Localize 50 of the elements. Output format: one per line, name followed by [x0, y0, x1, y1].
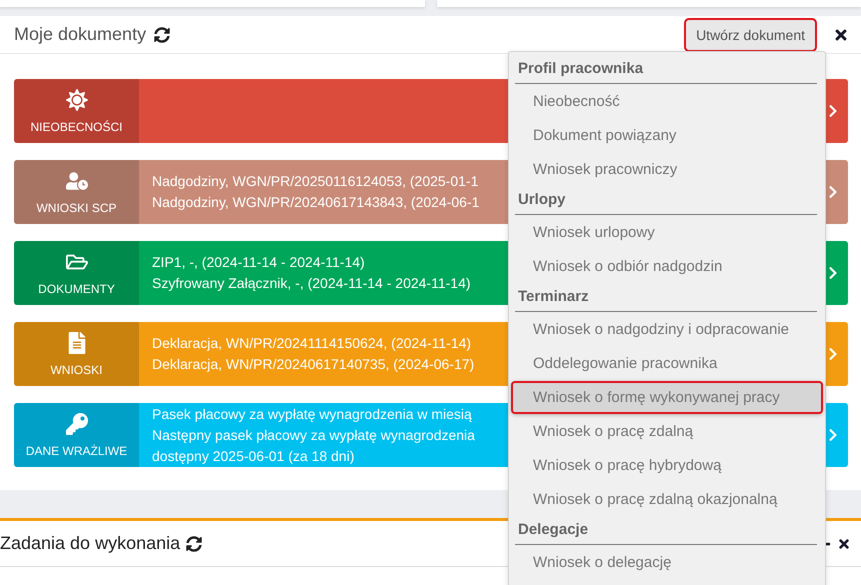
menu-item[interactable]: Oddelegowanie pracownika [511, 347, 823, 380]
tile-body[interactable]: Nadgodziny, WGN/PR/20250116124053, (2025-01-1 Nadgodziny, WGN/PR/20240617143843, (2024-06-1 [139, 160, 508, 224]
tile-entry: Szyfrowany Załącznik, -, (2024-11-14 - 2024-11-14) [152, 274, 471, 293]
tile-entry: ZIP1, -, (2024-11-14 - 2024-11-14) [152, 253, 365, 272]
menu-item[interactable]: Wniosek o pracę zdalną okazjonalną [511, 483, 823, 516]
menu-item[interactable]: Wniosek o delegację [511, 546, 823, 579]
sun-icon [66, 88, 88, 110]
menu-item[interactable]: Wniosek pracowniczy [511, 153, 823, 186]
tile-entry: Nadgodziny, WGN/PR/20240617143843, (2024-06-1 [152, 193, 480, 212]
tile-entry: Nadgodziny, WGN/PR/20250116124053, (2025-01-1 [152, 172, 478, 191]
menu-item[interactable]: Wniosek o pracę hybrydową [511, 449, 823, 482]
tile-header[interactable]: DANE WRAŻLIWE [14, 403, 139, 467]
tile-body[interactable]: ZIP1, -, (2024-11-14 - 2024-11-14) Szyfrowany Załącznik, -, (2024-11-14 - 2024-11-14) [139, 241, 508, 305]
refresh-icon[interactable] [186, 536, 202, 552]
user-clock-icon [66, 170, 88, 192]
menu-item[interactable]: Wniosek o nadgodziny i odpracowanie [511, 313, 823, 346]
tile-header[interactable]: NIEOBECNOŚCI [14, 79, 139, 143]
tile-label: WNIOSKI SCP [36, 200, 116, 214]
menu-item[interactable]: Nieobecność [511, 85, 823, 118]
menu-item[interactable]: Wniosek o formę wykonywanej pracy [511, 381, 823, 414]
tile-entry: Deklaracja, WN/PR/20241114150624, (2024-11-14) [152, 334, 472, 353]
menu-item[interactable]: Wniosek urlopowy [511, 216, 823, 249]
menu-item[interactable]: Dokument powiązany [511, 119, 823, 152]
tile-entry: Pasek płacowy za wypłatę wynagrodzenia w miesią [152, 404, 472, 424]
tile-body[interactable]: Pasek płacowy za wypłatę wynagrodzenia w miesią Następny pasek płacowy za wypłatę wynagrodzenia dostępny 2025-06-01 (za 18 dni) [139, 403, 508, 467]
tile-header[interactable]: WNIOSKI SCP [14, 160, 139, 224]
close-icon[interactable] [837, 536, 851, 550]
menu-section-heading: Delegacje [515, 517, 817, 545]
tile-body[interactable] [139, 79, 508, 143]
tile-entry: Następny pasek płacowy za wypłatę wynagrodzenia [152, 426, 475, 445]
tile-header[interactable]: DOKUMENTY [14, 241, 139, 305]
create-document-button[interactable]: Utwórz dokument [684, 18, 817, 52]
tile-label: NIEOBECNOŚCI [30, 120, 122, 134]
tile-label: DANE WRAŻLIWE [26, 444, 128, 458]
menu-section-heading: Terminarz [515, 284, 817, 312]
menu-item[interactable]: Wniosek o pracę zdalną [511, 415, 823, 448]
tile-entry: Deklaracja, WN/PR/20240617140735, (2024-06-17) [152, 355, 474, 374]
panel-title: Zadania do wykonania [0, 533, 180, 554]
menu-item[interactable]: Wniosek o odbiór nadgodzin [511, 250, 823, 283]
tile-label: WNIOSKI [50, 362, 102, 376]
menu-section-heading: Urlopy [515, 187, 817, 215]
menu-section-heading: Profil pracownika [515, 56, 817, 84]
refresh-icon[interactable] [154, 26, 170, 42]
close-icon[interactable] [833, 26, 849, 42]
key-icon [66, 412, 88, 434]
tile-label: DOKUMENTY [38, 282, 115, 296]
tile-header[interactable]: WNIOSKI [14, 322, 139, 386]
tile-entry: dostępny 2025-06-01 (za 18 dni) [152, 446, 354, 466]
tile-body[interactable]: Deklaracja, WN/PR/20241114150624, (2024-11-14) Deklaracja, WN/PR/20240617140735, (2024-06-17) [139, 322, 508, 386]
panel-title: Moje dokumenty [14, 24, 146, 45]
